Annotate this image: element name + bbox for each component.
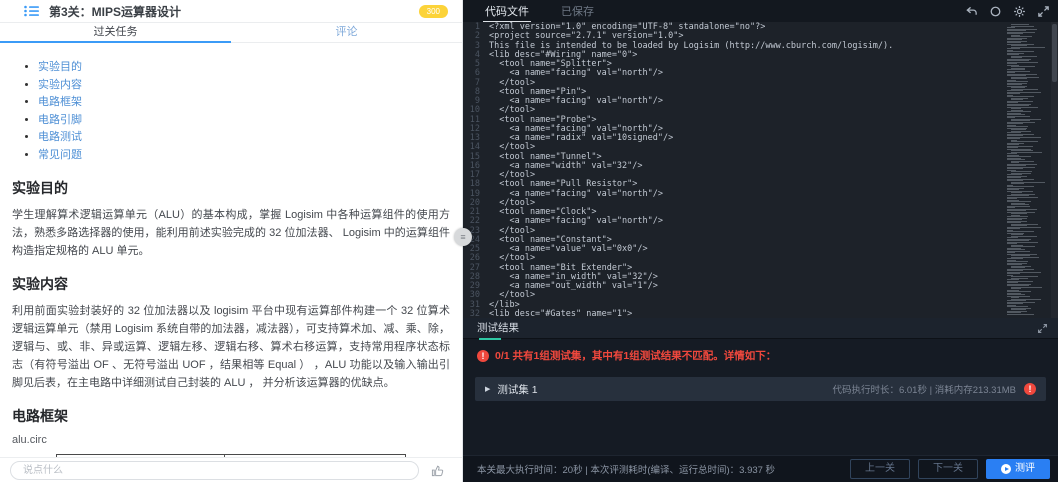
task-tabs: 过关任务 评论 [0,23,462,43]
expand-results-icon[interactable] [1037,323,1048,334]
test-results-header: 测试结果 [463,318,1058,339]
play-icon [1001,464,1011,474]
toc-item: 实验目的 [38,59,450,77]
reset-icon[interactable] [989,5,1002,18]
error-message: 0/1 共有1组测试集，其中有1组测试结果不匹配。详情如下： [495,348,776,363]
tab-comments[interactable]: 评论 [231,23,462,42]
code-line: 32<lib desc="#Gates" name="1"> [463,310,1002,318]
toc-list: 实验目的实验内容电路框架电路引脚电路测试常见问题 [38,59,450,164]
section-heading-content: 实验内容 [12,274,450,294]
task-panel: 第3关：MIPS运算器设计 300 过关任务 评论 实验目的实验内容电路框架电路… [0,0,463,482]
editor-scrollbar-thumb[interactable] [1052,24,1057,82]
code-line: 9 <a name="facing" val="north"/> [463,97,1002,106]
test-set-stats: 代码执行时长：6.01秒 | 消耗内存213.31MB [832,382,1016,396]
code-line: 22 <a name="facing" val="north"/> [463,217,1002,226]
prev-level-button[interactable]: 上一关 [850,459,910,479]
code-line: 19 <a name="facing" val="north"/> [463,190,1002,199]
test-results-panel: 测试结果 ! 0/1 共有1组测试集，其中有1组测试结果不匹配。详情如下： ▶ … [463,318,1058,455]
undo-icon[interactable] [965,5,978,18]
toc-link[interactable]: 电路框架 [38,96,82,108]
minimap[interactable] [1005,24,1049,316]
code-line: 25 <a name="value" val="0x0"/> [463,245,1002,254]
tab-code-file[interactable]: 代码文件 [483,1,531,22]
test-set-label: 测试集 1 [497,382,537,397]
comment-input[interactable]: 说点什么 [10,461,419,480]
evaluate-button[interactable]: 测评 [986,459,1050,479]
task-header: 第3关：MIPS运算器设计 300 [0,0,462,23]
settings-gear-icon[interactable] [1013,5,1026,18]
editor-scrollbar[interactable] [1051,22,1058,318]
code-line: 13 <a name="radix" val="10signed"/> [463,134,1002,143]
toc-item: 常见问题 [38,147,450,165]
toc-link[interactable]: 电路引脚 [38,114,82,126]
caret-right-icon[interactable]: ▶ [485,385,490,393]
execution-info: 本关最大执行时间：20秒 | 本次评测耗时(编译、运行总时间)：3.937 秒 [477,462,842,476]
section-heading-frame: 电路框架 [12,406,450,426]
menu-icon[interactable] [24,5,39,17]
tab-task[interactable]: 过关任务 [0,23,231,42]
score-badge: 300 [419,5,448,18]
code-line: 29 <a name="out_width" val="1"/> [463,282,1002,291]
content-paragraph: 利用前面实验封装好的 32 位加法器以及 logisim 平台中现有运算部件构建… [12,302,450,392]
toc-item: 电路框架 [38,94,450,112]
code-line: 16 <a name="width" val="32"/> [463,162,1002,171]
code-editor[interactable]: 1<?xml version="1.0" encoding="UTF-8" st… [463,22,1058,318]
test-set-row[interactable]: ▶ 测试集 1 代码执行时长：6.01秒 | 消耗内存213.31MB ! [475,377,1046,401]
test-results-title: 测试结果 [477,320,519,337]
purpose-paragraph: 学生理解算术逻辑运算单元（ALU）的基本构成，掌握 Logisim 中各种运算组… [12,206,450,260]
code-line: 30 </tool> [463,291,1002,300]
saved-status: 已保存 [561,3,594,19]
section-heading-purpose: 实验目的 [12,178,450,198]
toc-item: 实验内容 [38,77,450,95]
toc-item: 电路测试 [38,129,450,147]
next-level-button[interactable]: 下一关 [918,459,978,479]
toc-link[interactable]: 实验内容 [38,79,82,91]
evaluation-bar: 本关最大执行时间：20秒 | 本次评测耗时(编译、运行总时间)：3.937 秒 … [463,455,1058,482]
code-lines: 1<?xml version="1.0" encoding="UTF-8" st… [463,23,1002,318]
thumbs-up-icon[interactable] [431,464,444,477]
evaluate-button-label: 测评 [1015,460,1035,478]
toc-item: 电路引脚 [38,112,450,130]
app-window: 第3关：MIPS运算器设计 300 过关任务 评论 实验目的实验内容电路框架电路… [0,0,1058,482]
test-error-line: ! 0/1 共有1组测试集，其中有1组测试结果不匹配。详情如下： [463,339,1058,369]
code-line: 6 <a name="facing" val="north"/> [463,69,1002,78]
toc-link[interactable]: 实验目的 [38,61,82,73]
page-title: 第3关：MIPS运算器设计 [49,3,419,20]
code-panel: 代码文件 已保存 1<?xml version="1.0" encoding="… [463,0,1058,482]
toc-link[interactable]: 电路测试 [38,131,82,143]
comment-bar: 说点什么 [0,457,462,482]
task-content: 实验目的实验内容电路框架电路引脚电路测试常见问题 实验目的 学生理解算术逻辑运算… [0,43,462,457]
error-icon: ! [477,350,489,362]
circuit-file-name: alu.circ [12,434,450,446]
editor-topbar: 代码文件 已保存 [463,0,1058,22]
toc-link[interactable]: 常见问题 [38,149,82,161]
panel-resize-handle[interactable]: ≡ [454,228,472,246]
fullscreen-icon[interactable] [1037,5,1050,18]
test-set-error-icon: ! [1024,383,1036,395]
